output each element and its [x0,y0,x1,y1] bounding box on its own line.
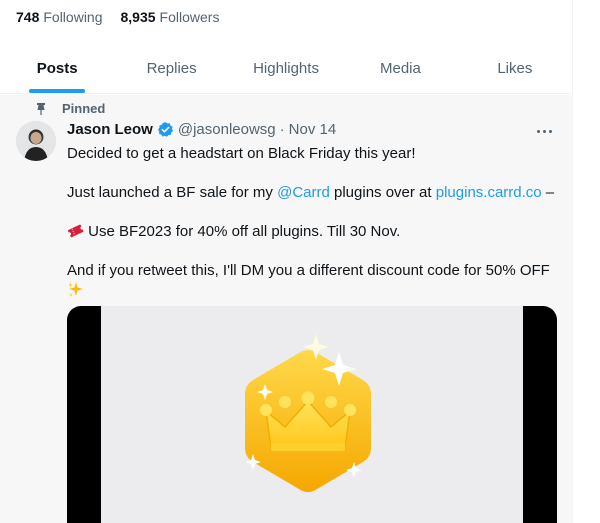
following-link[interactable]: 748 Following [16,9,103,25]
tab-label: Media [379,60,421,77]
followers-count: 8,935 [120,9,156,25]
column-border [572,0,573,523]
ticket-emoji [67,222,84,239]
tab-label: Highlights [253,60,319,77]
more-options-icon[interactable] [532,121,556,141]
pinned-indicator: Pinned [34,101,105,116]
crown-badge-icon [245,334,371,492]
mention-link[interactable]: @Carrd [277,184,330,201]
following-count: 748 [16,9,40,25]
following-label: Following [43,9,103,25]
tab-label: Likes [497,60,533,77]
pinned-label: Pinned [62,101,106,116]
pinned-tweet[interactable]: Pinned Jason Leow @jasonleowsg · Nov 14 [0,95,572,523]
tab-likes[interactable]: Likes [458,44,572,93]
tweet-line-1: Decided to get a headstart on Black Frid… [67,145,416,162]
tweet-text: Decided to get a headstart on Black Frid… [67,144,557,320]
tab-replies[interactable]: Replies [114,44,228,93]
profile-page: 748 Following 8,935 Followers Posts Repl… [0,0,600,523]
tab-label: Posts [36,60,78,77]
tweet-line-4: And if you retweet this, I'll DM you a d… [67,261,557,301]
tab-label: Replies [146,60,197,77]
follow-counts: 748 Following 8,935 Followers [16,9,219,25]
active-tab-indicator [29,89,86,93]
tweet-line-2: Just launched a BF sale for my @Carrd pl… [67,184,555,201]
tab-media[interactable]: Media [343,44,457,93]
media-image [101,306,523,523]
profile-tabs: Posts Replies Highlights Media Likes [0,44,572,94]
tweet-line-3: Use BF2023 for 40% off all plugins. Till… [67,222,557,242]
tweet-header: Jason Leow @jasonleowsg · Nov 14 [67,121,336,138]
separator-dot: · [279,121,285,138]
author-handle[interactable]: @jasonleowsg [178,121,276,138]
pin-icon [34,102,48,116]
tweet-media[interactable] [67,306,557,523]
url-link[interactable]: plugins.carrd.co [436,184,542,201]
followers-label: Followers [159,9,220,25]
tweet-date[interactable]: Nov 14 [289,121,337,138]
followers-link[interactable]: 8,935 Followers [121,9,220,25]
verified-badge-icon [157,121,174,138]
author-name[interactable]: Jason Leow [67,121,153,138]
avatar[interactable] [16,121,56,161]
sparkles-emoji [67,281,84,298]
tab-highlights[interactable]: Highlights [229,44,343,93]
tab-posts[interactable]: Posts [0,44,114,93]
